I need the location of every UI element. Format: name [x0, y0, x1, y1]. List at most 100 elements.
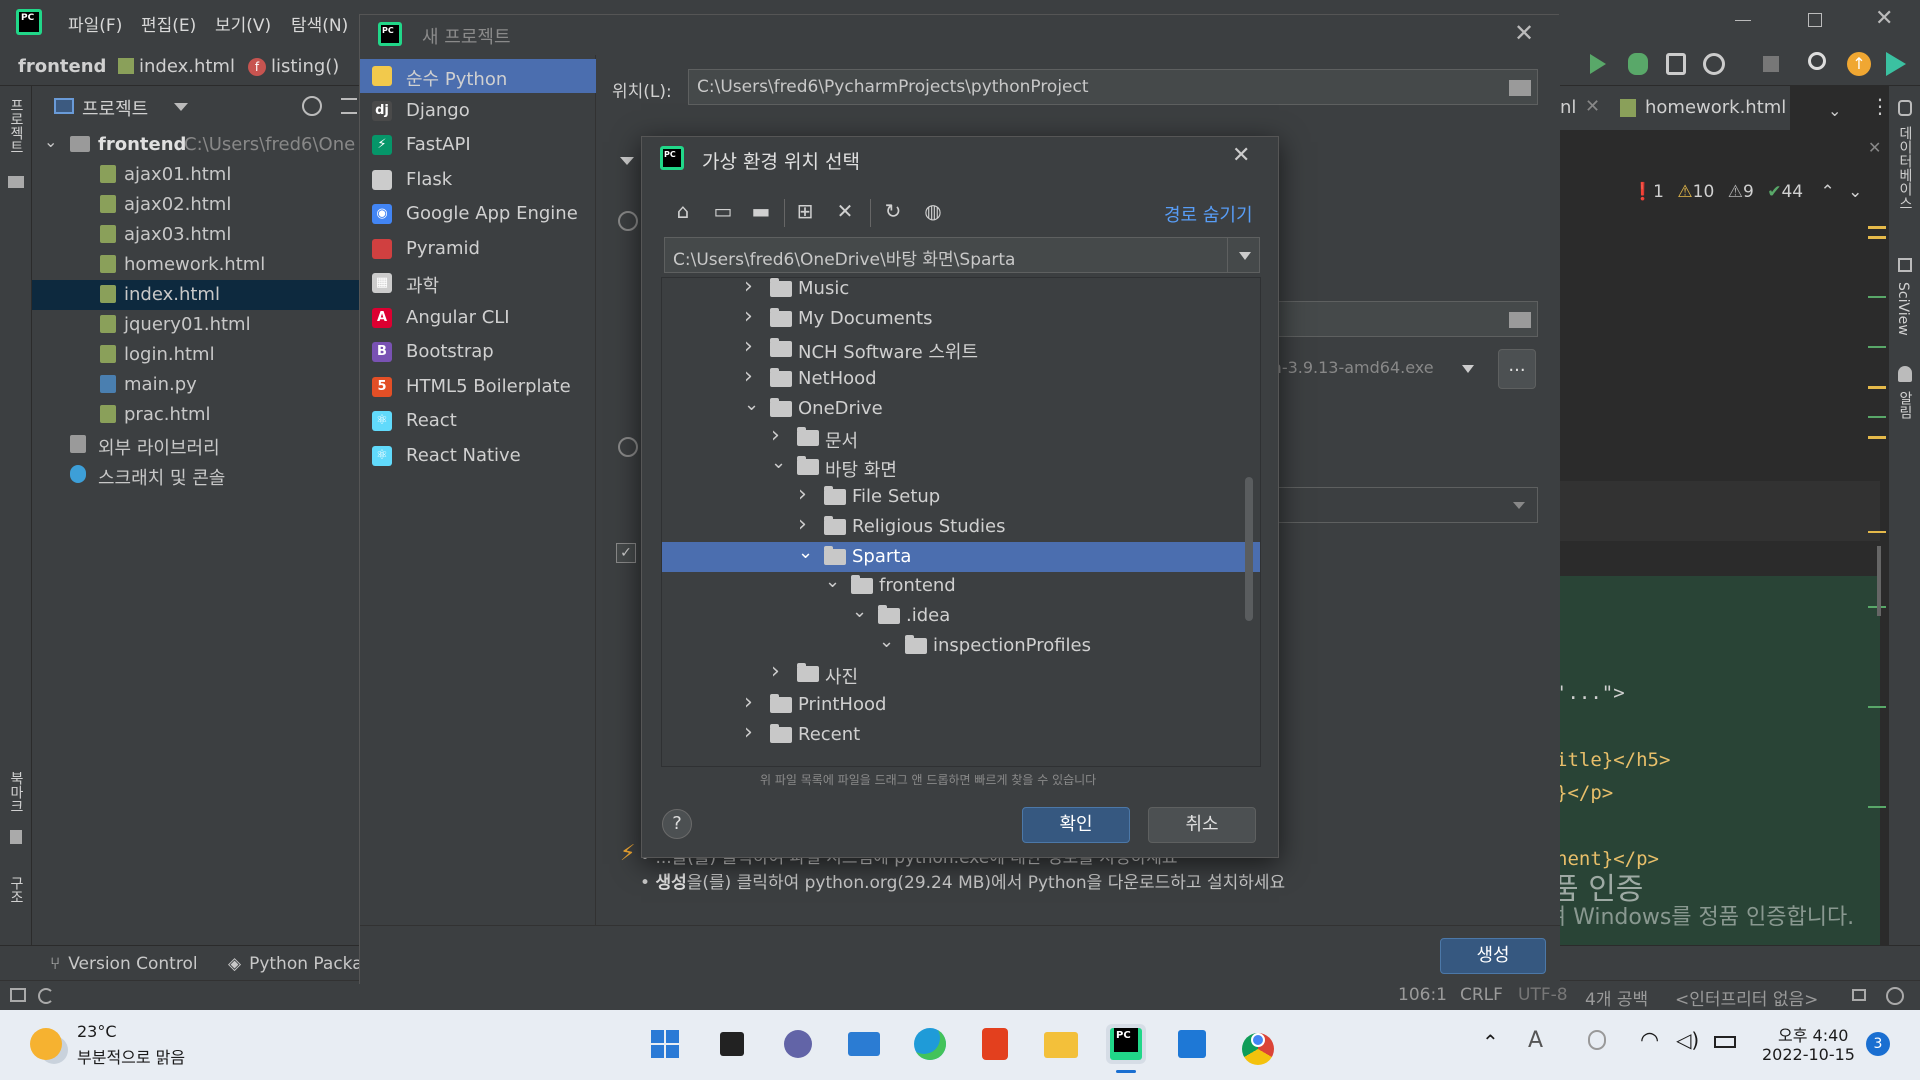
- project-type-fastapi[interactable]: ⚡ FastAPI: [360, 128, 596, 162]
- breadcrumb-project[interactable]: frontend: [18, 56, 106, 77]
- tree-file[interactable]: login.html: [32, 340, 362, 370]
- chevron-down-icon[interactable]: ⌄: [744, 394, 759, 415]
- weather-temp[interactable]: 23°C: [77, 1022, 117, 1041]
- project-type-science[interactable]: ▦ 과학: [360, 266, 596, 300]
- folder-row[interactable]: ⌄ inspectionProfiles: [662, 631, 1260, 661]
- project-type-html5[interactable]: 5 HTML5 Boilerplate: [360, 370, 596, 404]
- stop-icon[interactable]: [1763, 56, 1779, 72]
- store-icon[interactable]: [1172, 1024, 1212, 1064]
- start-icon[interactable]: [645, 1024, 685, 1064]
- new-folder-icon[interactable]: ⊞: [792, 199, 818, 225]
- file-explorer-icon[interactable]: [1040, 1024, 1080, 1064]
- chevron-down-icon[interactable]: ⌄: [879, 631, 894, 652]
- structure-tool-tab[interactable]: 구조: [6, 876, 26, 904]
- mail-icon[interactable]: [844, 1024, 884, 1064]
- path-input[interactable]: C:\Users\fred6\OneDrive\바탕 화면\Sparta: [664, 237, 1260, 273]
- create-button[interactable]: 생성: [1440, 938, 1546, 974]
- delete-icon[interactable]: ✕: [832, 199, 858, 225]
- cancel-button[interactable]: 취소: [1148, 807, 1256, 843]
- project-type-react-native[interactable]: ⚛ React Native: [360, 439, 596, 473]
- project-type-bootstrap[interactable]: B Bootstrap: [360, 335, 596, 369]
- line-separator[interactable]: CRLF: [1460, 985, 1503, 1005]
- close-dialog-button[interactable]: ✕: [1232, 143, 1250, 168]
- chevron-right-icon[interactable]: ›: [771, 423, 785, 448]
- breadcrumb-function[interactable]: f listing(): [248, 56, 339, 77]
- locate-icon[interactable]: [302, 96, 322, 116]
- run-icon[interactable]: [1590, 54, 1606, 74]
- folder-row[interactable]: › 문서: [662, 423, 1260, 453]
- tree-external-libraries[interactable]: 외부 라이브러리: [32, 430, 362, 460]
- weather-icon[interactable]: [30, 1028, 62, 1060]
- folder-row[interactable]: › Religious Studies: [662, 512, 1260, 542]
- tree-file[interactable]: prac.html: [32, 400, 362, 430]
- hide-path-link[interactable]: 경로 숨기기: [1164, 201, 1253, 227]
- desktop-icon[interactable]: ▭: [710, 199, 736, 225]
- project-type-python[interactable]: 순수 Python: [360, 59, 596, 93]
- minimize-button[interactable]: [1735, 20, 1751, 21]
- folder-row[interactable]: ⌄ OneDrive: [662, 394, 1260, 424]
- folder-row[interactable]: › Music: [662, 278, 1260, 304]
- chevron-down-icon[interactable]: ⌄: [825, 571, 840, 592]
- help-button[interactable]: ?: [662, 809, 692, 839]
- sciview-tool-tab[interactable]: SciView: [1895, 282, 1911, 336]
- folder-row[interactable]: › PrintHood: [662, 690, 1260, 720]
- jetbrains-icon[interactable]: [1886, 52, 1906, 76]
- search-icon[interactable]: [1808, 52, 1826, 70]
- notification-badge[interactable]: 3: [1866, 1032, 1890, 1056]
- chevron-right-icon[interactable]: ›: [798, 482, 812, 507]
- home-icon[interactable]: ⌂: [670, 199, 696, 225]
- breadcrumb-file[interactable]: index.html: [118, 56, 235, 77]
- folder-row[interactable]: ⌄ frontend: [662, 571, 1260, 601]
- venv-radio[interactable]: [618, 211, 638, 231]
- show-hidden-icon[interactable]: ◍: [920, 199, 946, 225]
- caret-position[interactable]: 106:1: [1398, 985, 1447, 1005]
- battery-icon[interactable]: [1714, 1036, 1736, 1048]
- clock-time[interactable]: 오후 4:40: [1778, 1022, 1848, 1046]
- restore-button[interactable]: [1808, 13, 1822, 27]
- tray-app-icon[interactable]: [1588, 1030, 1606, 1050]
- chevron-right-icon[interactable]: ›: [798, 512, 812, 537]
- menu-view[interactable]: 보기(V): [215, 11, 271, 36]
- menu-edit[interactable]: 편집(E): [141, 11, 196, 36]
- project-folder-icon[interactable]: ▬: [748, 199, 774, 225]
- chevron-right-icon[interactable]: ›: [744, 334, 758, 359]
- task-view-icon[interactable]: [712, 1024, 752, 1064]
- project-type-angular[interactable]: A Angular CLI: [360, 301, 596, 335]
- chevron-down-icon[interactable]: [620, 157, 634, 165]
- bookmarks-tool-tab[interactable]: 북마크: [6, 771, 26, 813]
- folder-row[interactable]: › My Documents: [662, 304, 1260, 334]
- tree-file[interactable]: main.py: [32, 370, 362, 400]
- database-tool-tab[interactable]: 데이터베이스: [1895, 126, 1915, 210]
- folder-row-selected[interactable]: ⌄ Sparta: [662, 542, 1260, 572]
- tray-overflow-icon[interactable]: ⌃: [1482, 1030, 1499, 1054]
- folder-row[interactable]: › NetHood: [662, 364, 1260, 394]
- pycharm-taskbar-icon[interactable]: PC: [1106, 1024, 1146, 1064]
- close-window-button[interactable]: ✕: [1875, 6, 1893, 31]
- project-type-pyramid[interactable]: Pyramid: [360, 232, 596, 266]
- wifi-icon[interactable]: ◠: [1640, 1028, 1659, 1053]
- inspector-icon[interactable]: [1886, 987, 1904, 1005]
- tree-file[interactable]: ajax01.html: [32, 160, 362, 190]
- notifications-tool-tab[interactable]: 알림: [1895, 391, 1915, 419]
- folder-row[interactable]: › Recent: [662, 720, 1260, 750]
- interpreter-status[interactable]: <인터프리터 없음>: [1675, 985, 1818, 1010]
- chevron-down-icon[interactable]: [174, 103, 188, 111]
- project-tool-tab[interactable]: 프로젝트: [6, 98, 26, 154]
- venv-location-input[interactable]: v: [1236, 301, 1538, 337]
- office-icon[interactable]: [976, 1024, 1016, 1064]
- editor-tab-partial[interactable]: nl ✕ homework.html: [1540, 86, 1790, 130]
- chevron-right-icon[interactable]: ›: [771, 659, 785, 684]
- coverage-icon[interactable]: [1666, 53, 1686, 75]
- collapse-icon[interactable]: [341, 98, 357, 114]
- ime-icon[interactable]: A: [1528, 1028, 1543, 1053]
- welcome-script-checkbox[interactable]: ✓: [616, 543, 636, 563]
- tree-root-frontend[interactable]: ⌄ frontend C:\Users\fred6\One: [32, 130, 362, 160]
- folder-row[interactable]: ⌄ 바탕 화면: [662, 452, 1260, 482]
- chevron-down-icon[interactable]: ⌄: [852, 601, 867, 622]
- tree-file-selected[interactable]: index.html: [32, 280, 362, 310]
- close-tab-icon[interactable]: ✕: [1585, 96, 1600, 117]
- existing-interpreter-select[interactable]: [1236, 487, 1538, 523]
- volume-icon[interactable]: ◁): [1676, 1028, 1699, 1052]
- project-window-title[interactable]: 프로젝트: [82, 95, 148, 121]
- chevron-right-icon[interactable]: ›: [744, 278, 758, 299]
